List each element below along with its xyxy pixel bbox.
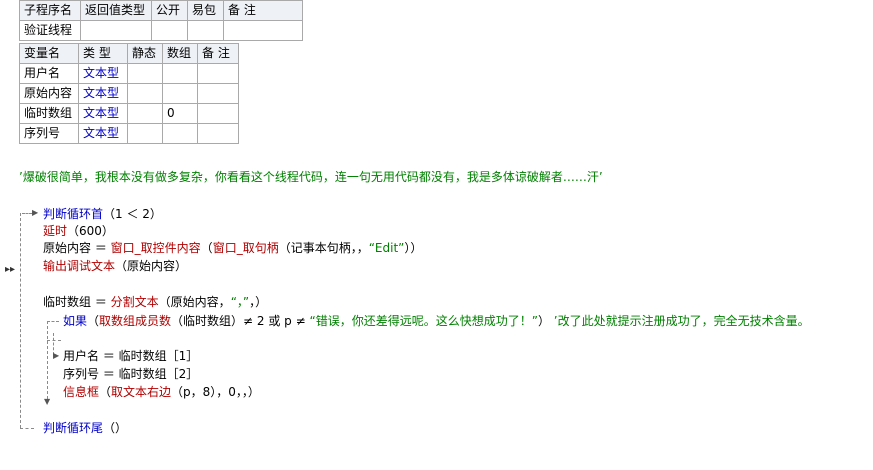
- fn-args: （原始内容，: [158, 295, 231, 309]
- debug-args: （原始内容）: [115, 259, 188, 273]
- arrow-down-icon: ▼: [44, 397, 51, 406]
- fn-msgbox: 信息框: [63, 385, 100, 399]
- var-array-cell[interactable]: [162, 123, 198, 144]
- loop-args: （1 ＜ 2）: [103, 207, 162, 221]
- col-static: 静态: [127, 43, 163, 64]
- code-line-if[interactable]: 如果（取数组成员数（临时数组）≠ 2 或 p ≠ “错误，你还差得远呢。这么快想…: [63, 313, 810, 329]
- code-line-delay[interactable]: 延时（600）: [43, 223, 114, 239]
- string-edit: “Edit”: [368, 241, 405, 255]
- var-type-cell[interactable]: 文本型: [78, 63, 128, 84]
- var-array-cell[interactable]: 0: [162, 103, 198, 124]
- code-line-username[interactable]: 用户名 ＝ 临时数组［1］: [63, 348, 198, 364]
- subroutine-header-row: 子程序名 返回值类型 公开 易包 备 注: [19, 0, 303, 21]
- var-static-cell[interactable]: [127, 83, 163, 104]
- variable-row[interactable]: 用户名 文本型: [19, 63, 239, 84]
- loop-start-connector: [22, 213, 32, 214]
- code-line-get-content[interactable]: 原始内容 ＝ 窗口_取控件内容（窗口_取句柄（记事本句柄，，“Edit”））: [43, 240, 422, 256]
- if-condition: （临时数组）≠ 2 或 p ≠: [171, 314, 306, 328]
- var-name-cell[interactable]: 原始内容: [19, 83, 79, 104]
- col-var-name: 变量名: [19, 43, 79, 64]
- variable-header-row: 变量名 类 型 静态 数组 备 注: [19, 43, 239, 64]
- cell-easy-pkg[interactable]: [187, 20, 224, 41]
- keyword-if: 如果: [63, 314, 88, 328]
- subroutine-table: 子程序名 返回值类型 公开 易包 备 注 验证线程: [19, 0, 303, 41]
- var-remark-cell[interactable]: [197, 103, 239, 124]
- var-static-cell[interactable]: [127, 123, 163, 144]
- assign-target: 临时数组 ＝: [43, 295, 107, 309]
- cell-remark[interactable]: [223, 20, 303, 41]
- var-array-cell[interactable]: [162, 63, 198, 84]
- var-static-cell[interactable]: [127, 63, 163, 84]
- fn-get-handle: 窗口_取句柄: [212, 241, 279, 255]
- loop-end-connector: [20, 428, 34, 429]
- var-type-cell[interactable]: 文本型: [78, 103, 128, 124]
- msgbox-args: （p，8），0，，）: [171, 385, 260, 399]
- arrow-right-icon: ▶: [32, 208, 39, 217]
- var-remark-cell[interactable]: [197, 83, 239, 104]
- keyword-delay: 延时: [43, 224, 68, 238]
- code-comment-line[interactable]: ’爆破很简单，我根本没有做多复杂，你看看这个线程代码，连一句无用代码都没有，我是…: [19, 169, 603, 185]
- loop-flow-line: [20, 213, 21, 428]
- var-static-cell[interactable]: [127, 103, 163, 124]
- paren: （: [99, 385, 112, 399]
- col-sub-name: 子程序名: [19, 0, 81, 21]
- col-array: 数组: [162, 43, 198, 64]
- subroutine-row[interactable]: 验证线程: [19, 20, 303, 41]
- var-type-cell[interactable]: 文本型: [78, 123, 128, 144]
- fn-debug-output: 输出调试文本: [43, 259, 116, 273]
- col-type: 类 型: [78, 43, 128, 64]
- if-flow-line: [47, 321, 48, 399]
- variable-row[interactable]: 序列号 文本型: [19, 123, 239, 144]
- string-comma: “，”: [230, 295, 250, 309]
- col-easy-pkg: 易包: [187, 0, 224, 21]
- var-name-cell[interactable]: 序列号: [19, 123, 79, 144]
- var-array-cell[interactable]: [162, 83, 198, 104]
- arrow-right-icon: ▶: [53, 351, 60, 360]
- fn-args: （记事本句柄，，: [278, 241, 369, 255]
- paren: （: [200, 241, 213, 255]
- code-line-serial[interactable]: 序列号 ＝ 临时数组［2］: [63, 366, 198, 382]
- current-line-marker-icon: ▸▸: [5, 264, 16, 275]
- if-comment: ’改了此处就提示注册成功了，完全无技术含量。: [553, 314, 810, 328]
- code-line-loop-start[interactable]: 判断循环首（1 ＜ 2）: [43, 206, 162, 222]
- cell-public[interactable]: [151, 20, 188, 41]
- cell-sub-name[interactable]: 验证线程: [19, 20, 81, 41]
- col-remark: 备 注: [223, 0, 303, 21]
- paren-close: ））: [404, 241, 423, 255]
- keyword-loop-start: 判断循环首: [43, 207, 104, 221]
- code-line-msgbox[interactable]: 信息框（取文本右边（p，8），0，，）: [63, 384, 260, 400]
- cell-return-type[interactable]: [80, 20, 152, 41]
- fn-split-text: 分割文本: [110, 295, 159, 309]
- fn-text-right: 取文本右边: [111, 385, 172, 399]
- variable-row[interactable]: 原始内容 文本型: [19, 83, 239, 104]
- loop-end-args: （）: [103, 421, 128, 435]
- col-public: 公开: [151, 0, 188, 21]
- col-return-type: 返回值类型: [80, 0, 152, 21]
- var-name-cell[interactable]: 用户名: [19, 63, 79, 84]
- var-type-cell[interactable]: 文本型: [78, 83, 128, 104]
- paren-close: ）: [537, 314, 550, 328]
- string-error: “错误，你还差得远呢。这么快想成功了！”: [309, 314, 538, 328]
- code-line-debug[interactable]: 输出调试文本（原始内容）: [43, 258, 187, 274]
- assign-target: 原始内容 ＝: [43, 241, 107, 255]
- col-var-remark: 备 注: [197, 43, 239, 64]
- code-line-loop-end[interactable]: 判断循环尾（）: [43, 420, 127, 436]
- delay-args: （600）: [67, 224, 114, 238]
- fn-get-control-content: 窗口_取控件内容: [110, 241, 201, 255]
- code-line-split[interactable]: 临时数组 ＝ 分割文本（原始内容，“，”，）: [43, 294, 267, 310]
- variable-row[interactable]: 临时数组 文本型 0: [19, 103, 239, 124]
- fn-array-count: 取数组成员数: [99, 314, 172, 328]
- if-start-connector: [47, 321, 59, 322]
- var-name-cell[interactable]: 临时数组: [19, 103, 79, 124]
- keyword-loop-end: 判断循环尾: [43, 421, 104, 435]
- var-remark-cell[interactable]: [197, 123, 239, 144]
- if-branch-connector: [47, 340, 61, 341]
- paren: （: [87, 314, 100, 328]
- var-remark-cell[interactable]: [197, 63, 239, 84]
- paren-close: ，）: [249, 295, 268, 309]
- variable-table: 变量名 类 型 静态 数组 备 注 用户名 文本型 原始内容 文本型 临时数组 …: [19, 43, 239, 144]
